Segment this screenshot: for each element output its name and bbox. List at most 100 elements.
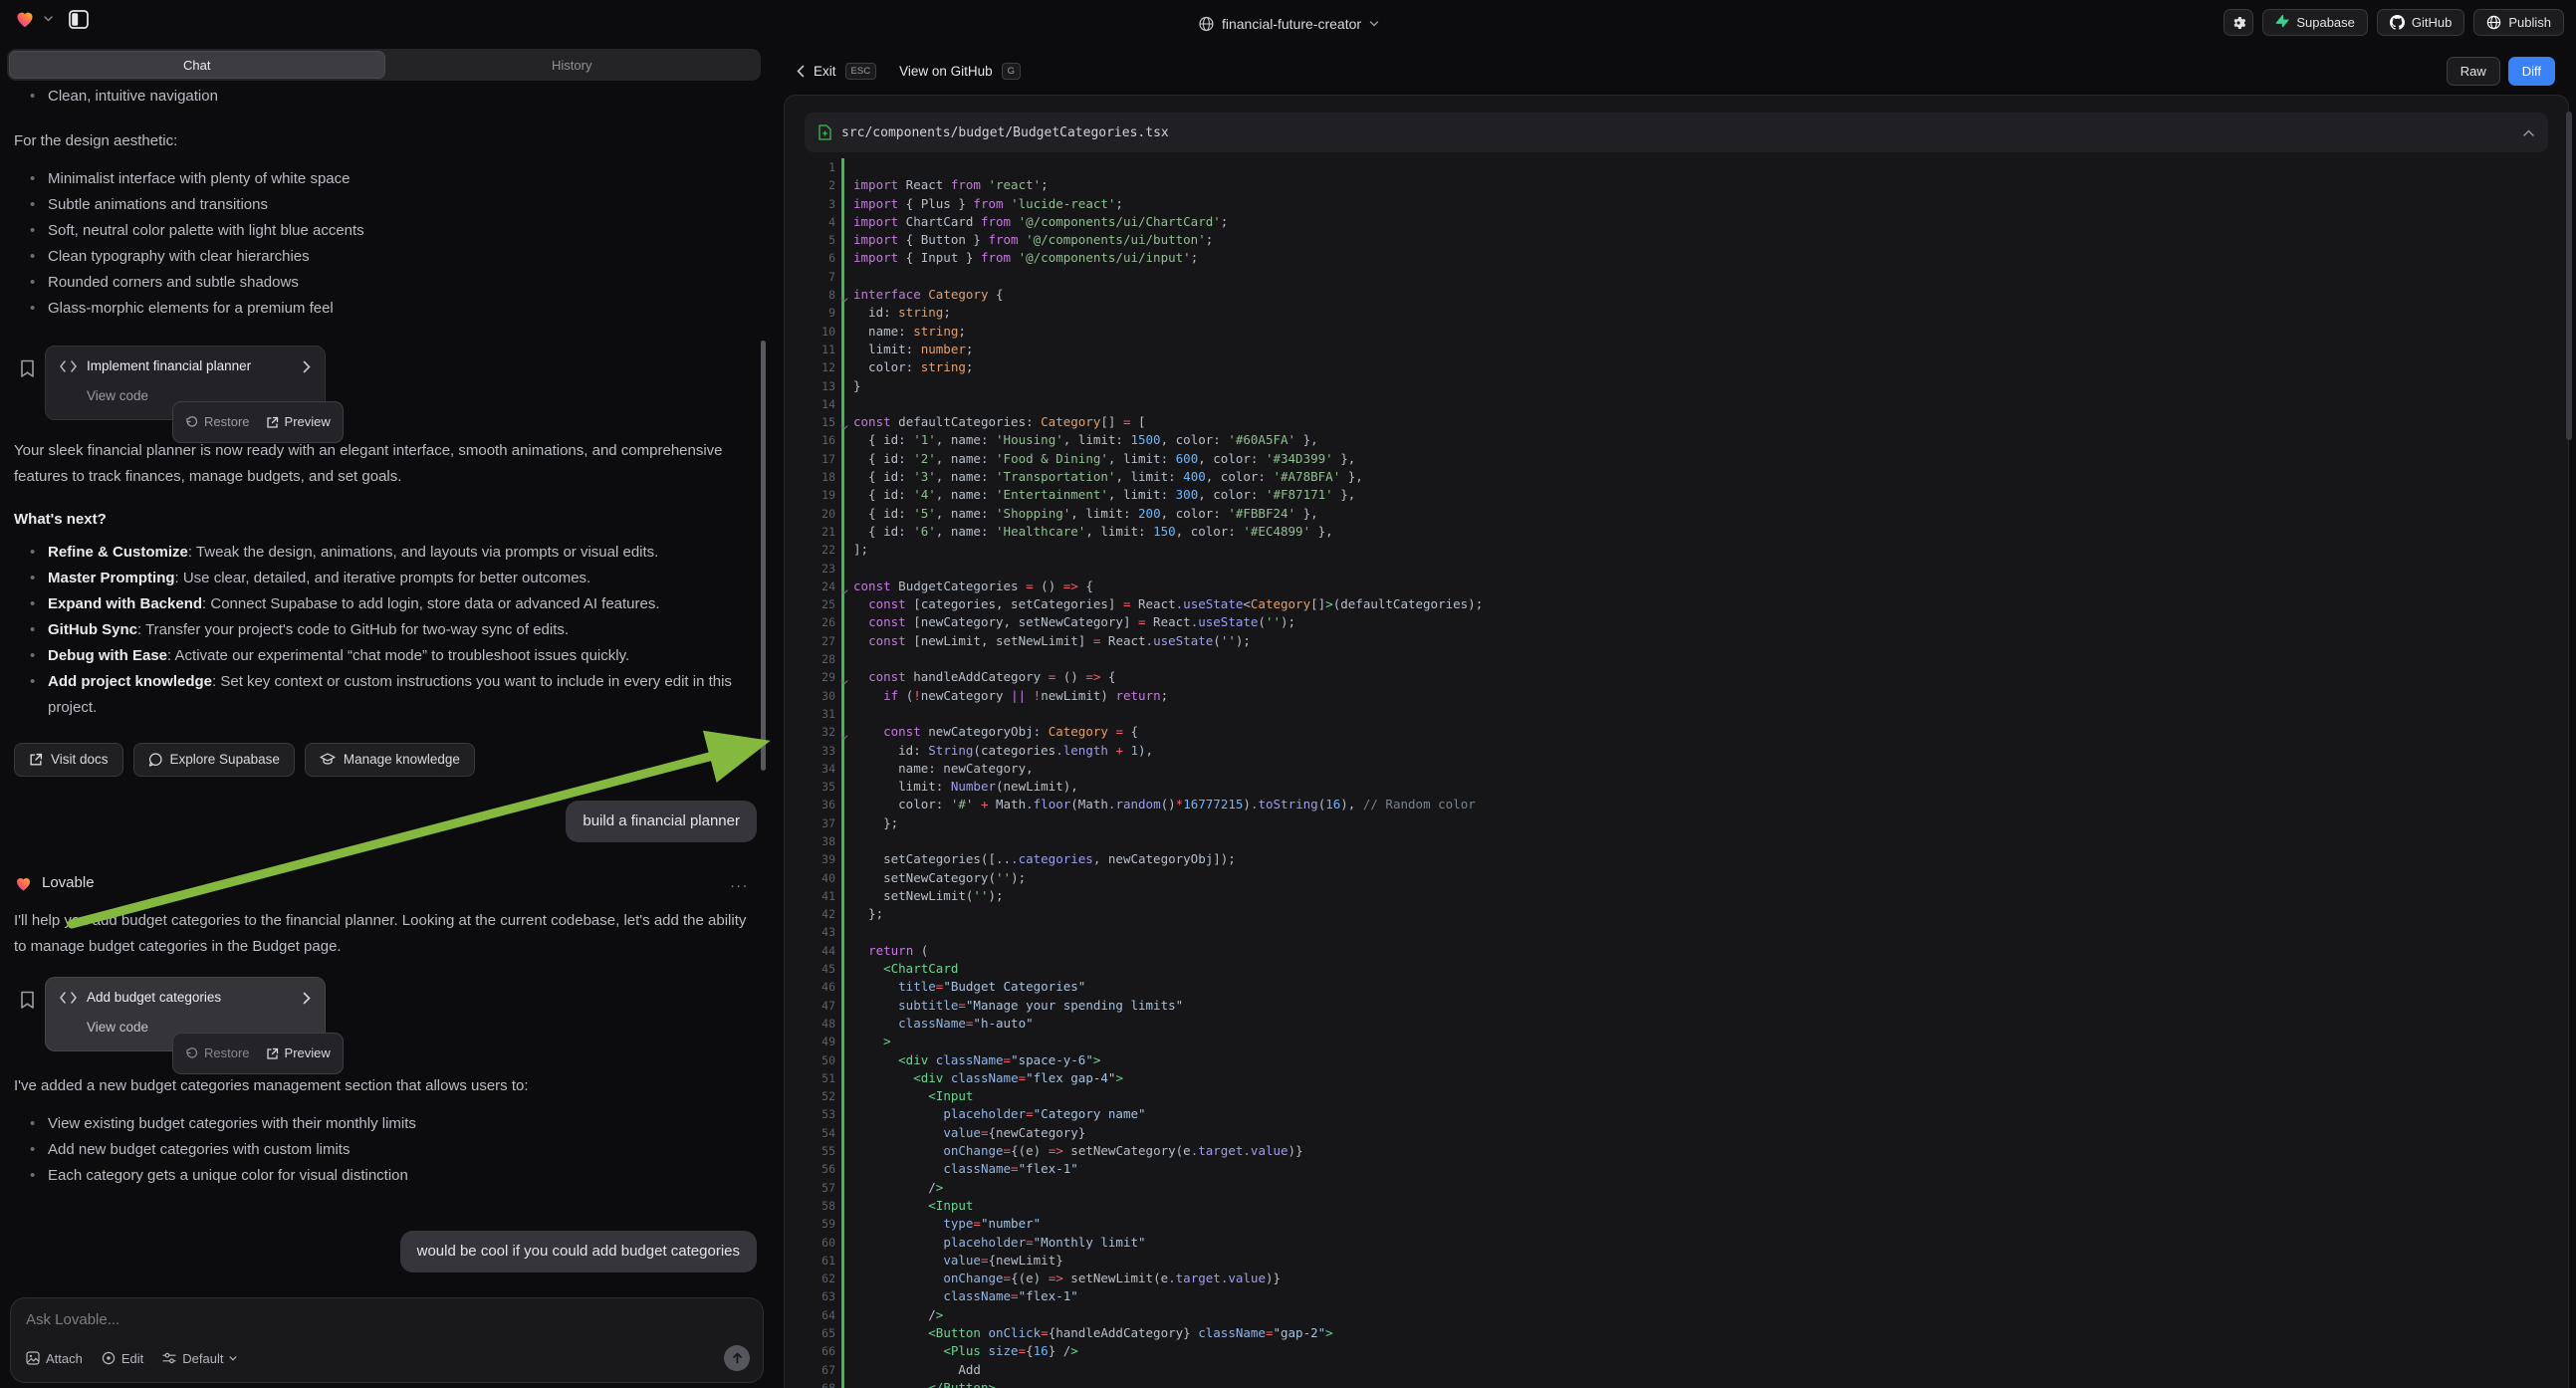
explore-supabase-button[interactable]: Explore Supabase bbox=[133, 743, 295, 777]
code-line: 14 bbox=[785, 395, 2562, 413]
bullet-item: Add new budget categories with custom li… bbox=[14, 1137, 757, 1163]
line-number: 9 bbox=[785, 304, 835, 322]
manage-knowledge-button[interactable]: Manage knowledge bbox=[305, 743, 475, 777]
code-line: 53 placeholder="Category name" bbox=[785, 1105, 2562, 1123]
code-line: 59 type="number" bbox=[785, 1215, 2562, 1233]
fold-chevron-icon[interactable] bbox=[840, 727, 848, 745]
code-line: 9 id: string; bbox=[785, 304, 2562, 322]
chat-scrollbar[interactable] bbox=[761, 341, 766, 771]
code-line: 50 <div className="space-y-6"> bbox=[785, 1051, 2562, 1069]
model-selector[interactable]: Default bbox=[162, 1351, 237, 1366]
bullet-item: Debug with Ease: Activate our experiment… bbox=[14, 643, 757, 669]
publish-button[interactable]: Publish bbox=[2473, 9, 2564, 36]
line-number: 37 bbox=[785, 814, 835, 832]
line-number: 64 bbox=[785, 1306, 835, 1324]
line-number: 61 bbox=[785, 1252, 835, 1270]
line-number: 26 bbox=[785, 613, 835, 631]
settings-button[interactable] bbox=[2224, 9, 2253, 36]
code-line: 19 { id: '4', name: 'Entertainment', lim… bbox=[785, 486, 2562, 504]
project-name: financial-future-creator bbox=[1222, 16, 1361, 32]
code-line: 7 bbox=[785, 268, 2562, 286]
code-scrollbar[interactable] bbox=[2566, 112, 2572, 440]
user-message: would be cool if you could add budget ca… bbox=[400, 1231, 757, 1272]
raw-button[interactable]: Raw bbox=[2447, 57, 2500, 86]
line-number: 49 bbox=[785, 1033, 835, 1050]
tab-history[interactable]: History bbox=[385, 51, 760, 79]
logo-chevron-down-icon[interactable] bbox=[44, 16, 53, 22]
code-line: 46 title="Budget Categories" bbox=[785, 978, 2562, 996]
code-line: 37 }; bbox=[785, 814, 2562, 832]
code-line: 48 className="h-auto" bbox=[785, 1015, 2562, 1033]
lovable-logo[interactable] bbox=[14, 8, 36, 30]
file-added-icon bbox=[819, 124, 831, 140]
bullet-item: Clean typography with clear hierarchies bbox=[14, 244, 757, 270]
code-line: 36 color: '#' + Math.floor(Math.random()… bbox=[785, 796, 2562, 813]
code-line: 51 <div className="flex gap-4"> bbox=[785, 1069, 2562, 1087]
preview-button[interactable]: Preview bbox=[266, 1041, 331, 1066]
line-number: 46 bbox=[785, 978, 835, 996]
line-number: 12 bbox=[785, 358, 835, 376]
bookmark-icon[interactable] bbox=[20, 991, 35, 1010]
preview-button[interactable]: Preview bbox=[266, 409, 331, 435]
diff-button[interactable]: Diff bbox=[2508, 57, 2555, 86]
line-number: 40 bbox=[785, 869, 835, 887]
code-line: 32 const newCategoryObj: Category = { bbox=[785, 723, 2562, 741]
file-path: src/components/budget/BudgetCategories.t… bbox=[841, 125, 1169, 140]
fold-chevron-icon[interactable] bbox=[840, 672, 848, 690]
line-number: 8 bbox=[785, 286, 835, 304]
sidebar-toggle-button[interactable] bbox=[69, 10, 89, 29]
github-button[interactable]: GitHub bbox=[2377, 9, 2464, 36]
exit-button[interactable]: Exit bbox=[814, 64, 836, 79]
message-options-button[interactable]: ... bbox=[730, 870, 749, 896]
line-number: 65 bbox=[785, 1324, 835, 1342]
globe-icon bbox=[1198, 16, 1214, 32]
design-bullet-list: Minimalist interface with plenty of whit… bbox=[14, 166, 757, 322]
fold-chevron-icon[interactable] bbox=[840, 290, 848, 308]
restore-button[interactable]: Restore bbox=[185, 1041, 250, 1066]
bullet-item: Clean, intuitive navigation bbox=[14, 84, 757, 110]
code-viewer: 1 2import React from 'react';3import { P… bbox=[785, 158, 2562, 1388]
line-number: 16 bbox=[785, 431, 835, 449]
bullet-item: Each category gets a unique color for vi… bbox=[14, 1163, 757, 1189]
line-number: 2 bbox=[785, 176, 835, 194]
code-line: 1 bbox=[785, 158, 2562, 176]
chat-bubble-icon bbox=[148, 753, 162, 767]
external-link-icon bbox=[266, 1047, 279, 1060]
bookmark-icon[interactable] bbox=[20, 359, 35, 378]
project-switcher[interactable]: financial-future-creator bbox=[1198, 0, 1378, 47]
added-text: I've added a new budget categories manag… bbox=[14, 1073, 757, 1099]
line-number: 14 bbox=[785, 395, 835, 413]
chat-input[interactable] bbox=[26, 1311, 623, 1328]
code-line: 42 }; bbox=[785, 905, 2562, 923]
gear-icon bbox=[2230, 15, 2246, 31]
line-number: 15 bbox=[785, 413, 835, 431]
restore-button[interactable]: Restore bbox=[185, 409, 250, 435]
visit-docs-button[interactable]: Visit docs bbox=[14, 743, 123, 777]
collapse-file-button[interactable] bbox=[2523, 129, 2534, 136]
fold-chevron-icon[interactable] bbox=[840, 417, 848, 435]
code-line: 58 <Input bbox=[785, 1197, 2562, 1215]
line-number: 42 bbox=[785, 905, 835, 923]
code-line: 38 bbox=[785, 832, 2562, 850]
lovable-heart-icon bbox=[14, 874, 33, 893]
code-line: 67 Add bbox=[785, 1361, 2562, 1379]
code-line: 57 /> bbox=[785, 1179, 2562, 1197]
code-panel: src/components/budget/BudgetCategories.t… bbox=[784, 95, 2569, 1388]
tab-chat[interactable]: Chat bbox=[9, 51, 385, 79]
code-line: 41 setNewLimit(''); bbox=[785, 887, 2562, 905]
quick-actions: Visit docs Explore Supabase Manage knowl… bbox=[14, 743, 757, 777]
code-line: 61 value={newLimit} bbox=[785, 1252, 2562, 1270]
send-button[interactable] bbox=[724, 1345, 750, 1371]
file-header[interactable]: src/components/budget/BudgetCategories.t… bbox=[805, 113, 2548, 152]
view-on-github-button[interactable]: View on GitHub bbox=[899, 64, 993, 79]
bullet-item: Add project knowledge: Set key context o… bbox=[14, 669, 757, 721]
code-line: 55 onChange={(e) => setNewCategory(e.tar… bbox=[785, 1142, 2562, 1160]
external-link-icon bbox=[266, 416, 279, 429]
attach-button[interactable]: Attach bbox=[26, 1351, 83, 1366]
fold-chevron-icon[interactable] bbox=[840, 581, 848, 599]
version-actions: Restore Preview bbox=[172, 401, 344, 443]
supabase-button[interactable]: Supabase bbox=[2262, 9, 2368, 36]
bullet-item: Refine & Customize: Tweak the design, an… bbox=[14, 540, 757, 566]
edit-mode-button[interactable]: Edit bbox=[102, 1351, 143, 1366]
code-line: 31 bbox=[785, 705, 2562, 723]
